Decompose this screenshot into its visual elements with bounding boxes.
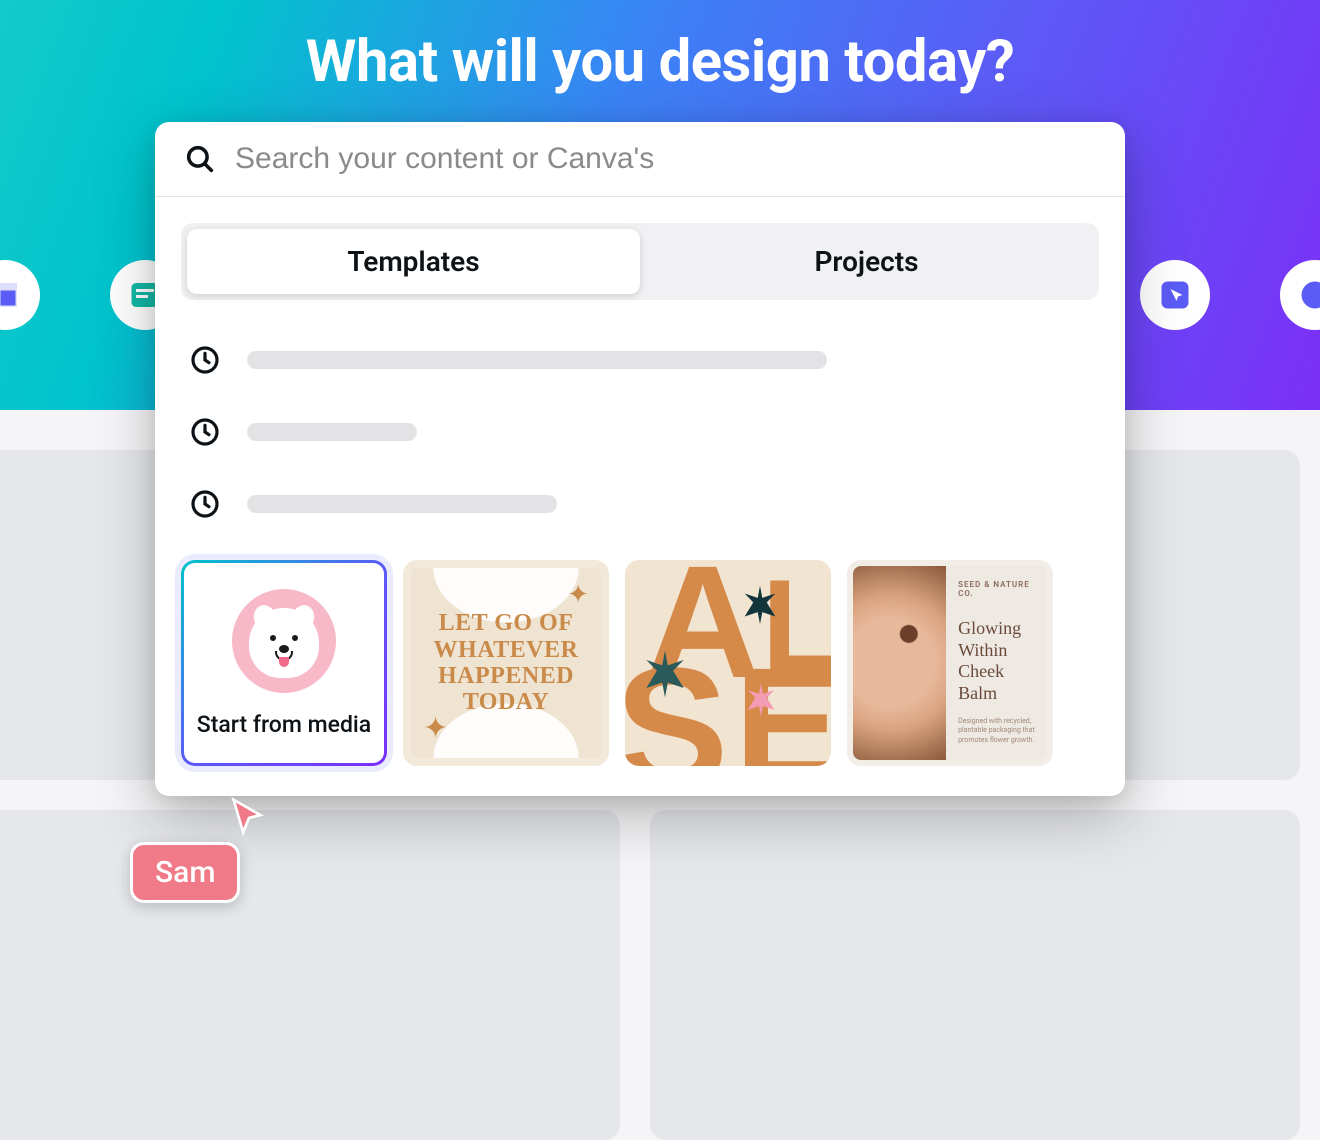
template-card-letters[interactable]: A L S E [625, 560, 831, 766]
tab-projects[interactable]: Projects [640, 229, 1093, 294]
product-title: Glowing Within Cheek Balm [958, 618, 1035, 704]
placeholder-card [650, 810, 1300, 1140]
media-thumbnail [232, 589, 336, 693]
sparkle-icon: ✦ [423, 711, 448, 746]
star-icon [741, 680, 781, 720]
clock-icon [189, 488, 221, 520]
product-info: SEED & NATURE CO. Glowing Within Cheek B… [946, 566, 1047, 760]
tab-templates[interactable]: Templates [187, 229, 640, 294]
hero-title: What will you design today? [0, 0, 1320, 96]
skeleton-line [247, 351, 827, 369]
recent-search-item[interactable] [181, 396, 1099, 468]
recent-search-item[interactable] [181, 324, 1099, 396]
clock-icon [189, 416, 221, 448]
star-icon [737, 582, 783, 628]
search-row [155, 122, 1125, 197]
sparkle-icon: ✦ [567, 580, 589, 610]
category-chip[interactable] [1140, 260, 1210, 330]
more-icon [1297, 277, 1320, 313]
product-brand: SEED & NATURE CO. [958, 580, 1035, 598]
placeholder-card [0, 810, 620, 1140]
quote-text: LET GO OF WHATEVER HAPPENED TODAY [424, 610, 589, 716]
template-card-product[interactable]: SEED & NATURE CO. Glowing Within Cheek B… [847, 560, 1053, 766]
template-cards-row: Start from media LET GO OF WHATEVER HAPP… [155, 540, 1125, 796]
recent-search-item[interactable] [181, 468, 1099, 540]
star-icon [637, 646, 693, 702]
recent-searches [155, 300, 1125, 540]
search-panel: Templates Projects [155, 122, 1125, 796]
search-icon [183, 142, 217, 176]
search-tabs: Templates Projects [181, 223, 1099, 300]
template-card-quote[interactable]: LET GO OF WHATEVER HAPPENED TODAY ✦ ✦ [403, 560, 609, 766]
start-from-media-label: Start from media [197, 711, 371, 738]
skeleton-line [247, 495, 557, 513]
start-from-media-card[interactable]: Start from media [181, 560, 387, 766]
design-icon [0, 277, 23, 313]
clock-icon [189, 344, 221, 376]
product-photo [853, 566, 946, 760]
product-description: Designed with recycled, plantable packag… [958, 717, 1035, 746]
skeleton-line [247, 423, 417, 441]
cursor-icon [1157, 277, 1193, 313]
search-input[interactable] [235, 142, 1097, 176]
